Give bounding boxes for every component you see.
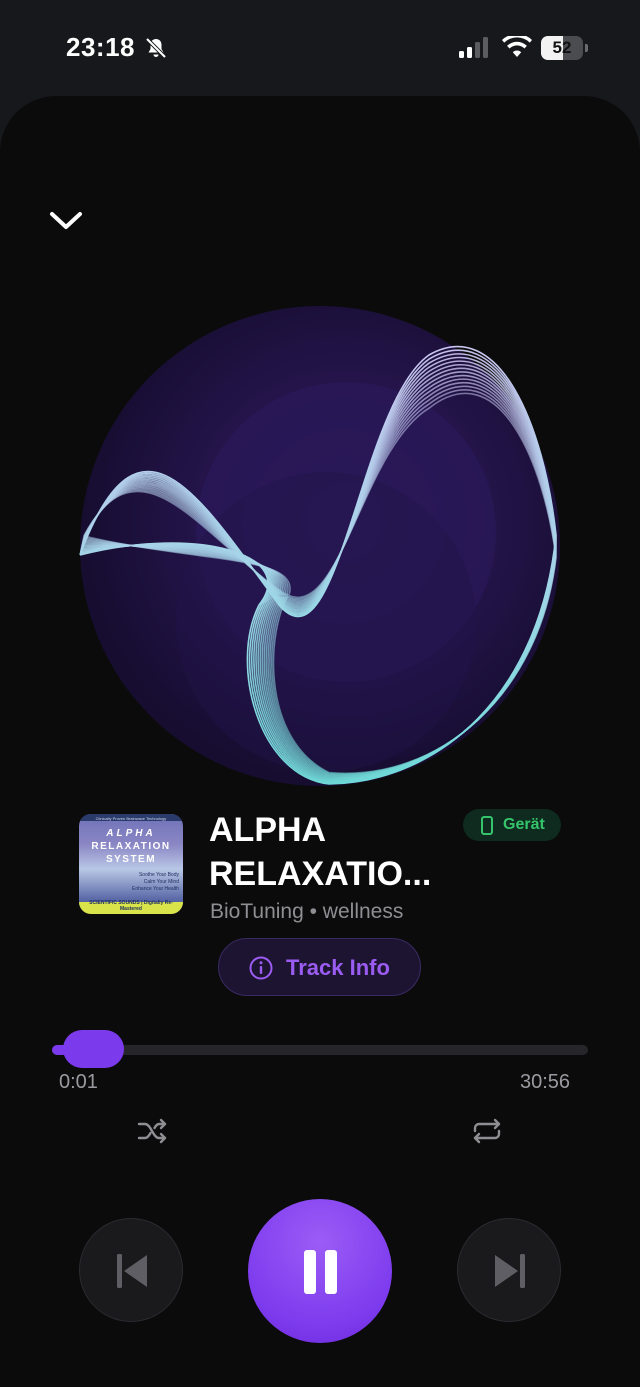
album-art-blurb-3: Enhance Your Health bbox=[132, 886, 179, 892]
cellular-signal-icon bbox=[459, 37, 488, 58]
album-art-title-3: SYSTEM bbox=[105, 854, 157, 865]
shuffle-icon[interactable] bbox=[137, 1118, 169, 1144]
skip-forward-icon bbox=[495, 1254, 525, 1288]
album-art-title-2: RELAXATION bbox=[91, 841, 171, 852]
elapsed-time: 0:01 bbox=[59, 1071, 98, 1093]
status-time: 23:18 bbox=[66, 32, 135, 62]
skip-back-icon bbox=[117, 1254, 147, 1288]
album-art-header: Clinically Proven Brainwave Technology bbox=[95, 816, 167, 821]
pause-icon bbox=[304, 1250, 316, 1294]
pause-icon bbox=[325, 1250, 337, 1294]
chevron-down-icon[interactable] bbox=[48, 208, 84, 232]
next-button[interactable] bbox=[457, 1218, 561, 1322]
pause-button[interactable] bbox=[248, 1199, 392, 1343]
album-art: Clinically Proven Brainwave Technology A… bbox=[79, 814, 183, 914]
battery-level: 52 bbox=[552, 38, 572, 57]
audio-visualizer bbox=[79, 306, 560, 786]
progress-thumb[interactable] bbox=[62, 1030, 124, 1068]
wifi-icon bbox=[502, 36, 532, 57]
player-sheet: Clinically Proven Brainwave Technology A… bbox=[0, 96, 640, 1387]
track-artist-line: BioTuning • wellness bbox=[210, 900, 404, 923]
track-info-label: Track Info bbox=[286, 955, 390, 980]
phone-icon bbox=[481, 816, 493, 835]
album-art-blurb-1: Soothe Your Body bbox=[138, 872, 179, 878]
device-badge[interactable]: Gerät bbox=[463, 809, 561, 841]
status-bar: 23:18 52 bbox=[0, 0, 640, 96]
track-title: ALPHA RELAXATIO... bbox=[209, 811, 432, 893]
info-icon bbox=[249, 956, 273, 980]
album-art-footer: SCIENTIFIC SOUNDS | Digitally Re-Mastere… bbox=[89, 900, 173, 912]
progress-bar[interactable] bbox=[52, 1045, 588, 1055]
album-art-blurb-2: Calm Your Mind bbox=[143, 879, 179, 885]
track-info-button[interactable]: Track Info bbox=[218, 938, 421, 996]
bell-slash-icon bbox=[145, 37, 167, 59]
total-duration: 30:56 bbox=[520, 1071, 571, 1093]
battery-icon: 52 bbox=[541, 36, 589, 60]
repeat-icon[interactable] bbox=[471, 1118, 503, 1144]
album-art-title: ALPHA bbox=[106, 828, 156, 839]
device-badge-label: Gerät bbox=[503, 816, 545, 833]
previous-button[interactable] bbox=[79, 1218, 183, 1322]
